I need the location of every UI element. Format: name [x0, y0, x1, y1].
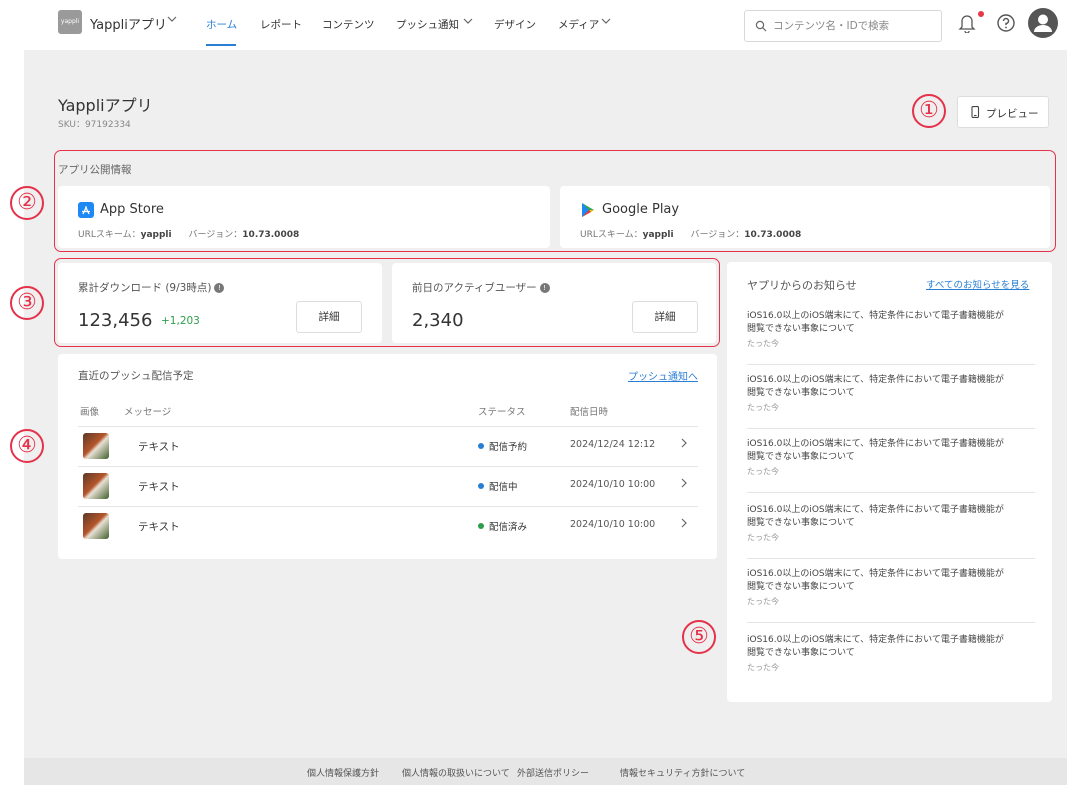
status-text: 配信中	[489, 482, 518, 493]
news-divider	[747, 558, 1035, 559]
push-status: 配信予約	[478, 439, 527, 453]
news-time: たった今	[747, 339, 779, 348]
push-thumbnail	[83, 513, 109, 539]
annotation-number: ②	[10, 186, 44, 220]
push-status: 配信済み	[478, 519, 527, 533]
news-text: iOS16.0以上のiOS端末にて、特定条件において電子書籍機能が 閲覧できない事…	[747, 569, 1004, 592]
annotation-box-stats	[54, 258, 720, 347]
news-text: iOS16.0以上のiOS端末にて、特定条件において電子書籍機能が 閲覧できない事…	[747, 505, 1004, 528]
push-date: 2024/10/10 10:00	[570, 479, 656, 490]
news-text: iOS16.0以上のiOS端末にて、特定条件において電子書籍機能が 閲覧できない事…	[747, 375, 1004, 398]
push-message: テキスト	[138, 441, 180, 453]
news-time: たった今	[747, 533, 779, 542]
push-date: 2024/10/10 10:00	[570, 519, 656, 530]
news-time: たった今	[747, 597, 779, 606]
header-image: 画像	[80, 407, 100, 418]
news-text: iOS16.0以上のiOS端末にて、特定条件において電子書籍機能が 閲覧できない事…	[747, 311, 1004, 334]
news-time: たった今	[747, 403, 779, 412]
search-icon	[755, 17, 767, 36]
footer-link[interactable]: 個人情報の取扱いについて	[402, 766, 510, 779]
annotation-number: ③	[10, 286, 44, 320]
footer-link[interactable]: 情報セキュリティ方針について	[620, 766, 745, 779]
push-message: テキスト	[138, 521, 180, 533]
header-date: 配信日時	[570, 407, 609, 418]
nav-active-indicator	[206, 44, 236, 46]
news-item[interactable]: iOS16.0以上のiOS端末にて、特定条件において電子書籍機能が 閲覧できない事…	[747, 504, 1035, 543]
bell-icon[interactable]	[958, 13, 976, 37]
news-divider	[747, 428, 1035, 429]
push-thumbnail	[83, 473, 109, 499]
footer-link[interactable]: 個人情報保護方針	[307, 766, 379, 779]
annotation-box-publish	[54, 150, 1056, 252]
news-item[interactable]: iOS16.0以上のiOS端末にて、特定条件において電子書籍機能が 閲覧できない事…	[747, 310, 1035, 349]
header-message: メッセージ	[124, 407, 172, 418]
annotation-number: ⑤	[682, 620, 716, 654]
news-divider	[747, 364, 1035, 365]
top-header: yappli Yappliアプリ ホーム レポート コンテンツ プッシュ通知 デ…	[0, 0, 1091, 50]
status-dot	[478, 483, 484, 489]
push-title: 直近のプッシュ配信予定	[78, 370, 194, 382]
app-switcher-label[interactable]: Yappliアプリ	[90, 14, 167, 33]
push-date: 2024/12/24 12:12	[570, 439, 656, 450]
table-row[interactable]: テキスト 配信中 2024/10/10 10:00	[78, 466, 698, 506]
nav-report[interactable]: レポート	[260, 17, 302, 32]
chevron-down-icon[interactable]	[462, 15, 474, 30]
table-row[interactable]: テキスト 配信予約 2024/12/24 12:12	[78, 426, 698, 466]
news-title: ヤプリからのお知らせ	[747, 279, 857, 292]
status-text: 配信済み	[489, 522, 528, 533]
push-status: 配信中	[478, 479, 518, 493]
news-item[interactable]: iOS16.0以上のiOS端末にて、特定条件において電子書籍機能が 閲覧できない事…	[747, 568, 1035, 607]
help-icon[interactable]	[996, 13, 1016, 37]
news-item[interactable]: iOS16.0以上のiOS端末にて、特定条件において電子書籍機能が 閲覧できない事…	[747, 438, 1035, 477]
annotation-number: ①	[912, 94, 946, 128]
nav-design[interactable]: デザイン	[494, 17, 536, 32]
header-status: ステータス	[478, 407, 526, 418]
push-message: テキスト	[138, 481, 180, 493]
push-thumbnail	[83, 433, 109, 459]
chevron-right-icon[interactable]	[680, 437, 688, 452]
notification-dot	[978, 11, 984, 17]
push-link[interactable]: プッシュ通知へ	[628, 368, 698, 383]
avatar-icon[interactable]	[1028, 8, 1058, 38]
news-time: たった今	[747, 467, 779, 476]
table-row[interactable]: テキスト 配信済み 2024/10/10 10:00	[78, 506, 698, 546]
news-divider	[747, 622, 1035, 623]
status-text: 配信予約	[489, 442, 528, 453]
annotation-number: ④	[10, 429, 44, 463]
push-schedule-card: 直近のプッシュ配信予定 プッシュ通知へ 画像 メッセージ ステータス 配信日時 …	[58, 354, 717, 559]
news-all-link[interactable]: すべてのお知らせを見る	[926, 277, 1029, 291]
nav-push[interactable]: プッシュ通知	[396, 17, 459, 32]
news-text: iOS16.0以上のiOS端末にて、特定条件において電子書籍機能が 閲覧できない事…	[747, 635, 1004, 658]
app-logo[interactable]: yappli	[58, 10, 82, 34]
chevron-down-icon[interactable]	[600, 15, 612, 30]
sku-label: SKU：97192334	[58, 120, 131, 130]
status-dot	[478, 443, 484, 449]
preview-label: プレビュー	[986, 108, 1039, 120]
footer: 個人情報保護方針 個人情報の取扱いについて 外部送信ポリシー 情報セキュリティ方…	[24, 758, 1067, 785]
nav-content[interactable]: コンテンツ	[322, 17, 375, 32]
nav-home[interactable]: ホーム	[206, 17, 237, 32]
news-text: iOS16.0以上のiOS端末にて、特定条件において電子書籍機能が 閲覧できない事…	[747, 439, 1004, 462]
preview-button[interactable]: プレビュー	[957, 96, 1049, 128]
news-divider	[747, 492, 1035, 493]
news-card: ヤプリからのお知らせ すべてのお知らせを見る iOS16.0以上のiOS端末にて…	[727, 262, 1052, 702]
chevron-down-icon[interactable]	[166, 13, 178, 28]
status-dot	[478, 523, 484, 529]
page-title: Yappliアプリ	[58, 96, 153, 115]
news-time: たった今	[747, 663, 779, 672]
search-box[interactable]	[744, 10, 942, 42]
chevron-right-icon[interactable]	[680, 517, 688, 532]
nav-media[interactable]: メディア	[558, 17, 599, 32]
chevron-right-icon[interactable]	[680, 477, 688, 492]
news-item[interactable]: iOS16.0以上のiOS端末にて、特定条件において電子書籍機能が 閲覧できない事…	[747, 634, 1035, 673]
news-item[interactable]: iOS16.0以上のiOS端末にて、特定条件において電子書籍機能が 閲覧できない事…	[747, 374, 1035, 413]
phone-icon	[970, 106, 980, 121]
search-input[interactable]	[771, 17, 931, 35]
footer-link[interactable]: 外部送信ポリシー	[517, 766, 589, 779]
